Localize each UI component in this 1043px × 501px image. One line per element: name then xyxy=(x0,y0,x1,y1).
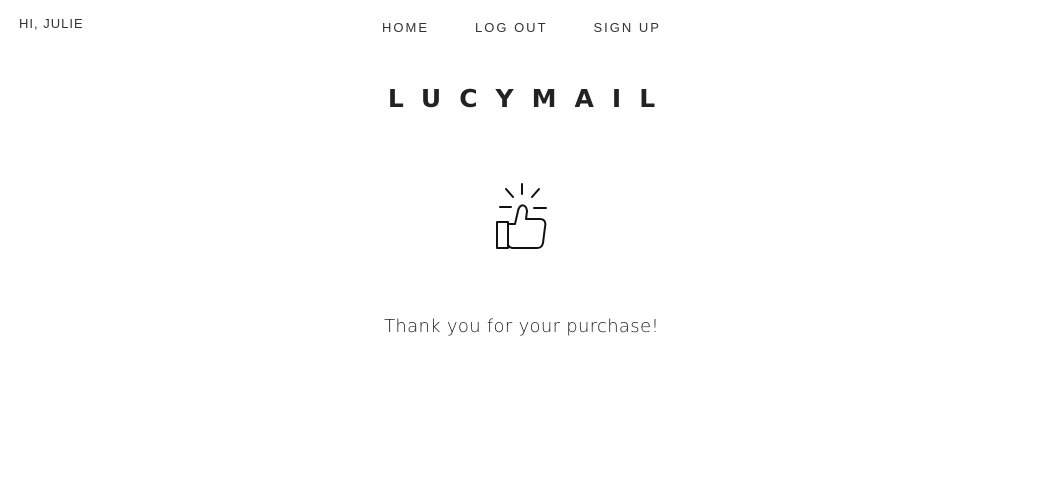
nav-home-link[interactable]: HOME xyxy=(382,20,429,35)
top-nav: HOME LOG OUT SIGN UP xyxy=(0,20,1043,35)
nav-signup-link[interactable]: SIGN UP xyxy=(594,20,661,35)
brand-logo: LUCYMAIL xyxy=(387,84,674,113)
thank-you-message: Thank you for your purchase! xyxy=(384,316,659,337)
nav-logout-link[interactable]: LOG OUT xyxy=(475,20,548,35)
thumbs-up-icon xyxy=(493,181,551,253)
